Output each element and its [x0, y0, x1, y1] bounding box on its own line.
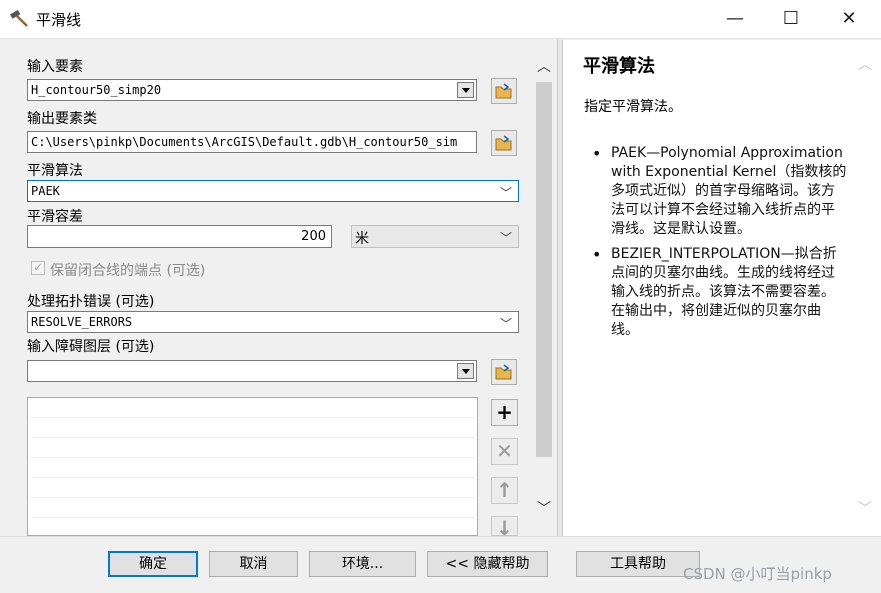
tolerance-unit-value: 米 — [355, 231, 369, 247]
minimize-button[interactable]: — — [707, 0, 763, 38]
topology-label: 处理拓扑错误 (可选) — [27, 294, 155, 310]
list-row-divider — [31, 457, 474, 458]
topology-select[interactable]: RESOLVE_ERRORS ﹀ — [27, 311, 519, 333]
topology-value: RESOLVE_ERRORS — [31, 315, 133, 329]
help-list: • PAEK—Polynomial Approximation with Exp… — [592, 144, 847, 346]
bullet-icon: • — [592, 144, 602, 163]
tolerance-input[interactable]: 200 — [27, 225, 332, 248]
watermark-text: CSDN @小叮当pinkp — [683, 565, 832, 583]
help-title: 平滑算法 — [583, 56, 655, 77]
output-features-label: 输出要素类 — [27, 111, 97, 127]
move-up-button[interactable]: ↑ — [491, 477, 518, 504]
bullet-icon: • — [592, 245, 602, 264]
list-row-divider — [31, 517, 474, 518]
dropdown-arrow-icon[interactable] — [457, 82, 474, 98]
preserve-endpoint-label: 保留闭合线的端点 (可选) — [50, 263, 206, 279]
output-features-value: C:\Users\pinkp\Documents\ArcGIS\Default.… — [31, 135, 458, 149]
add-row-button[interactable]: + — [491, 399, 518, 426]
parameters-scrollbar[interactable]: ︿ ﹀ — [534, 50, 554, 536]
folder-open-icon — [495, 135, 512, 151]
hide-help-button[interactable]: << 隐藏帮助 — [427, 551, 548, 577]
barrier-label: 输入障碍图层 (可选) — [27, 339, 155, 355]
browse-barrier-button[interactable] — [491, 359, 517, 385]
preserve-endpoint-checkbox[interactable]: ✓ — [31, 261, 45, 275]
tolerance-value: 200 — [301, 229, 326, 244]
window-title: 平滑线 — [36, 11, 82, 29]
dropdown-arrow-icon[interactable] — [457, 363, 474, 379]
tolerance-unit-select[interactable]: 米 ﹀ — [351, 225, 519, 248]
maximize-button[interactable]: ☐ — [763, 0, 819, 38]
chevron-down-icon: ﹀ — [499, 186, 512, 200]
close-button[interactable]: ✕ — [821, 0, 877, 38]
input-features-combobox[interactable]: H_contour50_simp20 — [27, 79, 477, 101]
help-item-paek: • PAEK—Polynomial Approximation with Exp… — [592, 144, 847, 239]
help-intro: 指定平滑算法。 — [584, 99, 682, 115]
input-features-label: 输入要素 — [27, 59, 83, 75]
scroll-down-icon[interactable]: ﹀ — [536, 498, 552, 518]
remove-row-button[interactable]: ✕ — [491, 438, 518, 465]
output-features-field[interactable]: C:\Users\pinkp\Documents\ArcGIS\Default.… — [27, 131, 477, 153]
scroll-down-icon[interactable]: ﹀ — [858, 498, 872, 518]
environments-button[interactable]: 环境... — [309, 551, 416, 577]
button-bar: 确定 取消 环境... << 隐藏帮助 工具帮助 CSDN @小叮当pinkp — [0, 536, 881, 593]
move-down-button[interactable]: ↓ — [491, 516, 518, 539]
list-row-divider — [31, 417, 474, 418]
chevron-down-icon: ﹀ — [499, 231, 512, 245]
help-item-text: PAEK—Polynomial Approximation with Expon… — [611, 145, 847, 237]
list-row-divider — [31, 477, 474, 478]
scroll-thumb[interactable] — [536, 82, 552, 457]
hammer-icon — [10, 9, 30, 28]
title-bar: 平滑线 — ☐ ✕ — [0, 0, 881, 39]
barrier-combobox[interactable] — [27, 360, 477, 382]
algorithm-value: PAEK — [31, 184, 60, 198]
input-features-value: H_contour50_simp20 — [31, 83, 162, 97]
algorithm-select[interactable]: PAEK ﹀ — [27, 180, 519, 202]
folder-open-icon — [495, 364, 512, 380]
browse-input-button[interactable] — [491, 78, 517, 104]
tolerance-label: 平滑容差 — [27, 209, 83, 225]
tool-help-button[interactable]: 工具帮助 — [576, 551, 700, 577]
browse-output-button[interactable] — [491, 130, 517, 156]
help-pane: 平滑算法 指定平滑算法。 • PAEK—Polynomial Approxima… — [562, 40, 881, 536]
help-item-bezier: • BEZIER_INTERPOLATION—拟合折点间的贝塞尔曲线。生成的线将… — [592, 245, 847, 340]
folder-open-icon — [495, 83, 512, 99]
algorithm-label: 平滑算法 — [27, 163, 83, 179]
ok-button[interactable]: 确定 — [108, 551, 198, 577]
barrier-list[interactable] — [27, 397, 478, 536]
help-item-text: BEZIER_INTERPOLATION—拟合折点间的贝塞尔曲线。生成的线将经过… — [611, 246, 837, 338]
scroll-up-icon[interactable]: ︿ — [858, 54, 872, 74]
list-row-divider — [31, 497, 474, 498]
cancel-button[interactable]: 取消 — [209, 551, 298, 577]
chevron-down-icon: ﹀ — [499, 317, 512, 331]
scroll-up-icon[interactable]: ︿ — [536, 56, 552, 76]
list-row-divider — [31, 437, 474, 438]
